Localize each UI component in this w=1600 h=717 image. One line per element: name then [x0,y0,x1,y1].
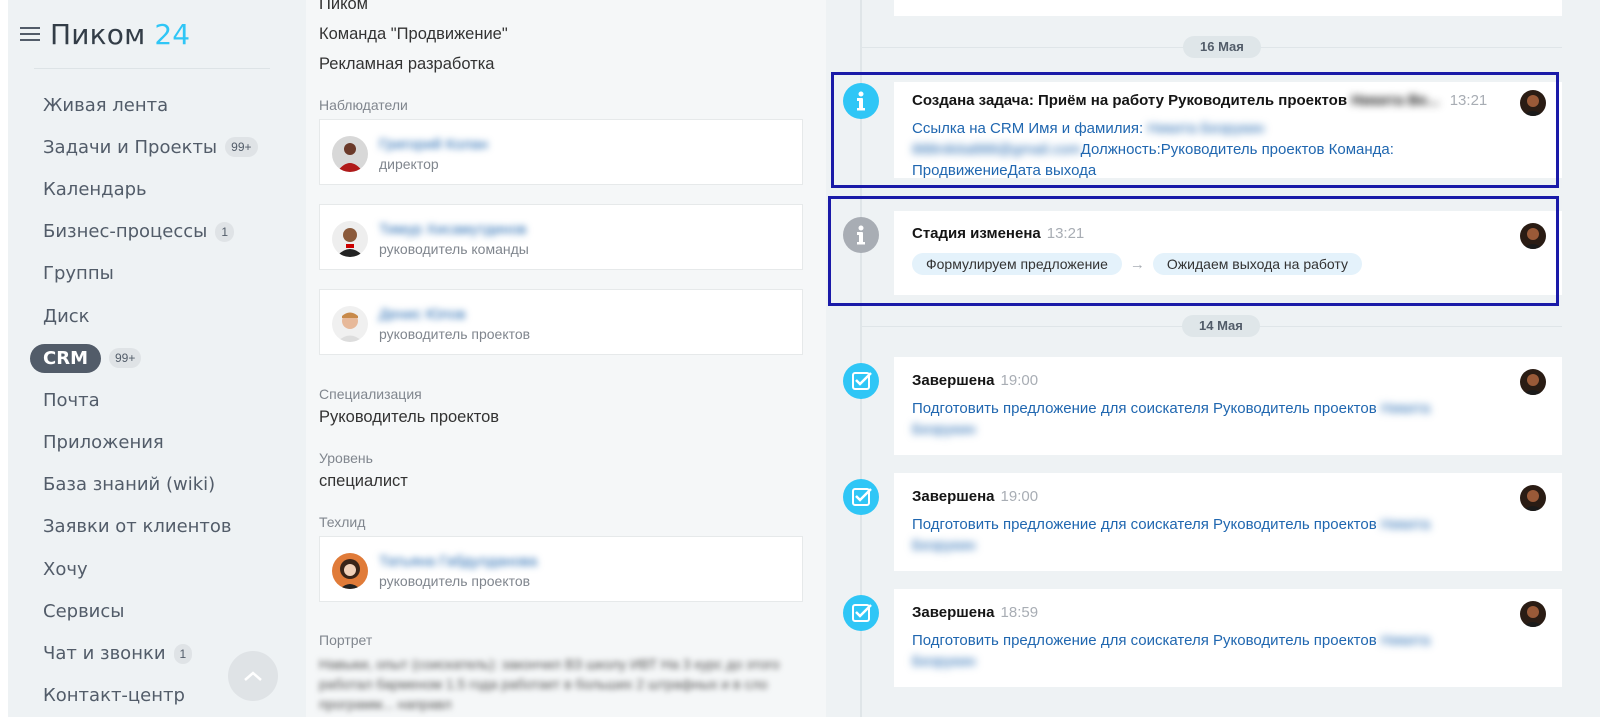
observers-label: Наблюдатели [319,97,408,113]
observer-name: Григорий Колан [379,136,488,153]
level-value: специалист [319,472,408,490]
task-done-icon [843,363,879,399]
observer-name: Тимур Хисамутдинов [379,221,527,238]
portrait-text: Навыки, опыт (соискатель): закончил ВЗ ш… [319,656,780,712]
author-avatar[interactable] [1520,601,1546,627]
author-avatar[interactable] [1520,369,1546,395]
techlead-name: Татьяна Габдулданова [379,553,538,570]
sidebar-item-label: Хочу [43,558,88,580]
sidebar-item-mail[interactable]: Почта [8,379,306,421]
task-done-icon [843,479,879,515]
level-label: Уровень [319,450,373,466]
event-title: Завершена 18:59 [912,604,1039,621]
sidebar-item-calendar[interactable]: Календарь [8,168,306,210]
specialization-label: Специализация [319,386,422,402]
timeline-card-completed[interactable]: Завершена 18:59 Подготовить предложение д… [894,589,1562,687]
team-value: Команда "Продвижение" [319,25,508,43]
observer-card[interactable]: Денис Юлов руководитель проектов [319,289,803,355]
logo[interactable]: Пиком 24 [20,17,191,51]
sidebar-item-label: База знаний (wiki) [43,474,216,496]
company-value: Пиком [319,0,369,13]
sidebar-item-label: Контакт-центр [43,685,185,707]
sidebar-item-label: Задачи и Проекты [43,136,218,158]
sidebar-item-want[interactable]: Хочу [8,548,306,590]
techlead-role: руководитель проектов [379,573,531,589]
task-done-icon [843,595,879,631]
timeline-card-completed[interactable]: Завершена 19:00 Подготовить предложение д… [894,357,1562,455]
sidebar-item-label: Заявки от клиентов [43,516,232,538]
counter-badge: 99+ [225,137,258,158]
sidebar-item-label: Диск [43,305,90,327]
date-badge: 16 Мая [1183,36,1261,58]
event-link[interactable]: Подготовить предложение для соискателя Р… [912,398,1472,440]
sidebar-item-crm[interactable]: CRM 99+ [8,337,306,379]
sidebar-item-label: Чат и звонки [43,643,166,665]
event-time: 19:00 [1000,372,1039,389]
observer-card[interactable]: Григорий Колан директор [319,119,803,185]
chevron-up-icon [244,671,262,681]
scroll-up-button[interactable] [228,651,278,701]
logo-name: Пиком [50,17,146,51]
menu-icon[interactable] [20,26,40,42]
event-title: Завершена 19:00 [912,372,1039,389]
observer-role: руководитель проектов [379,326,531,342]
avatar [332,553,368,589]
techlead-card[interactable]: Татьяна Габдулданова руководитель проект… [319,536,803,602]
counter-badge: 99+ [108,348,142,369]
sidebar-menu: Живая лента Задачи и Проекты 99+ Календар… [8,84,306,717]
sidebar-item-label: Календарь [43,178,147,200]
observer-role: директор [379,156,439,172]
counter-badge: 1 [215,221,235,242]
sidebar-item-client-requests[interactable]: Заявки от клиентов [8,506,306,548]
date-badge: 14 Мая [1182,315,1260,337]
sidebar-item-live-feed[interactable]: Живая лента [8,84,306,126]
sidebar-item-groups[interactable]: Группы [8,253,306,295]
sidebar-item-business-processes[interactable]: Бизнес-процессы 1 [8,211,306,253]
sidebar-item-label: Бизнес-процессы [43,221,208,243]
sidebar-item-label: Почта [43,389,100,411]
timeline-card [894,0,1562,16]
observer-card[interactable]: Тимур Хисамутдинов руководитель команды [319,204,803,270]
counter-badge: 1 [173,643,193,664]
event-time: 18:59 [1000,604,1039,621]
department-value: Рекламная разработка [319,55,495,73]
divider [34,68,270,69]
sidebar: Пиком 24 Живая лента Задачи и Проекты 99+… [8,0,306,717]
logo-number: 24 [154,17,191,51]
observer-role: руководитель команды [379,241,529,257]
sidebar-item-label: Сервисы [43,600,125,622]
sidebar-item-label: CRM [30,343,101,373]
timeline-panel: 16 Мая Создана задача: Приём на работу Р… [826,0,1600,717]
highlight-frame [828,196,1559,306]
sidebar-item-label: Приложения [43,432,164,454]
timeline-card-completed[interactable]: Завершена 19:00 Подготовить предложение д… [894,473,1562,571]
details-panel: Пиком Команда "Продвижение" Рекламная ра… [306,0,826,717]
event-link[interactable]: Подготовить предложение для соискателя Р… [912,514,1472,556]
event-title: Завершена 19:00 [912,488,1039,505]
avatar [332,221,368,257]
author-avatar[interactable] [1520,485,1546,511]
sidebar-item-tasks[interactable]: Задачи и Проекты 99+ [8,126,306,168]
portrait-label: Портрет [319,632,373,648]
sidebar-item-apps[interactable]: Приложения [8,422,306,464]
sidebar-item-services[interactable]: Сервисы [8,590,306,632]
window-edge [0,0,8,717]
specialization-value: Руководитель проектов [319,408,500,426]
avatar [332,306,368,342]
event-link[interactable]: Подготовить предложение для соискателя Р… [912,630,1472,672]
avatar [332,136,368,172]
sidebar-item-label: Живая лента [43,94,169,116]
sidebar-item-label: Группы [43,263,114,285]
highlight-frame [831,72,1559,188]
event-time: 19:00 [1000,488,1039,505]
observer-name: Денис Юлов [379,306,466,323]
techlead-label: Техлид [319,514,366,530]
sidebar-item-wiki[interactable]: База знаний (wiki) [8,464,306,506]
sidebar-item-disk[interactable]: Диск [8,295,306,337]
